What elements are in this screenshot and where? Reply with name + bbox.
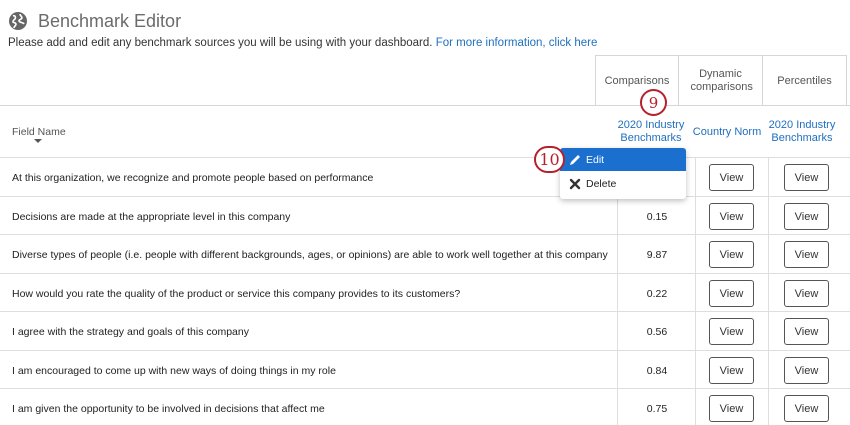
page-subtitle: Please add and edit any benchmark source… (8, 37, 838, 49)
tab-percentiles[interactable]: Percentiles (762, 55, 847, 106)
context-menu: Edit Delete (560, 148, 686, 199)
view-percentiles-button[interactable]: View (784, 318, 829, 345)
menu-item-delete[interactable]: Delete (560, 172, 686, 195)
row-field-name: At this organization, we recognize and p… (12, 172, 374, 184)
row-field-name: I agree with the strategy and goals of t… (12, 326, 249, 338)
table-row: Diverse types of people (i.e. people wit… (0, 234, 850, 273)
view-percentiles-button[interactable]: View (784, 357, 829, 384)
row-field-name: I am given the opportunity to be involve… (12, 403, 325, 415)
header-divider (0, 105, 850, 106)
column-divider (695, 157, 696, 425)
row-benchmark-value: 0.84 (646, 365, 668, 377)
row-field-name: Decisions are made at the appropriate le… (12, 211, 291, 223)
page-header: Benchmark Editor Please add and edit any… (8, 8, 838, 50)
table-row: I am given the opportunity to be involve… (0, 388, 850, 425)
callout-step-10: 10 (534, 146, 565, 173)
row-benchmark-value: 9.87 (646, 249, 668, 261)
globe-icon (8, 11, 28, 31)
row-field-name: I am encouraged to come up with new ways… (12, 365, 336, 377)
more-info-link[interactable]: For more information, click here (436, 37, 598, 49)
column-header-comparison-benchmark[interactable]: 2020 Industry Benchmarks (612, 119, 690, 145)
view-percentiles-button[interactable]: View (784, 280, 829, 307)
view-percentiles-button[interactable]: View (784, 395, 829, 422)
column-header-country-norm[interactable]: Country Norm (692, 126, 762, 139)
column-divider (768, 157, 769, 425)
row-benchmark-value: 0.56 (646, 326, 668, 338)
callout-step-9: 9 (640, 89, 667, 116)
table-row: Decisions are made at the appropriate le… (0, 196, 850, 235)
view-country-norm-button[interactable]: View (709, 280, 754, 307)
view-country-norm-button[interactable]: View (709, 318, 754, 345)
row-field-name: How would you rate the quality of the pr… (12, 288, 461, 300)
table-row: I am encouraged to come up with new ways… (0, 350, 850, 389)
view-country-norm-button[interactable]: View (709, 357, 754, 384)
table-row: At this organization, we recognize and p… (0, 157, 850, 196)
row-field-name: Diverse types of people (i.e. people wit… (12, 249, 608, 261)
tab-dynamic-comparisons[interactable]: Dynamic comparisons (678, 55, 763, 106)
view-percentiles-button[interactable]: View (784, 203, 829, 230)
pencil-icon (568, 153, 582, 167)
x-icon (568, 177, 582, 191)
table-row: I agree with the strategy and goals of t… (0, 311, 850, 350)
column-header-percentile-benchmark[interactable]: 2020 Industry Benchmarks (767, 119, 837, 145)
view-country-norm-button[interactable]: View (709, 203, 754, 230)
menu-item-edit[interactable]: Edit (560, 148, 686, 171)
column-header-field-name[interactable]: Field Name (12, 126, 66, 138)
view-percentiles-button[interactable]: View (784, 164, 829, 191)
view-country-norm-button[interactable]: View (709, 164, 754, 191)
tab-dynamic-label: Dynamic comparisons (690, 68, 753, 93)
view-country-norm-button[interactable]: View (709, 395, 754, 422)
view-country-norm-button[interactable]: View (709, 241, 754, 268)
menu-item-delete-label: Delete (586, 177, 617, 190)
row-benchmark-value: 0.15 (646, 211, 668, 223)
view-percentiles-button[interactable]: View (784, 241, 829, 268)
menu-item-edit-label: Edit (586, 153, 605, 166)
row-benchmark-value: 0.75 (646, 403, 668, 415)
page-title: Benchmark Editor (38, 10, 182, 31)
table-row: How would you rate the quality of the pr… (0, 273, 850, 312)
row-benchmark-value: 0.22 (646, 288, 668, 300)
subtitle-text: Please add and edit any benchmark source… (8, 37, 433, 49)
sort-caret-icon[interactable] (34, 139, 42, 143)
